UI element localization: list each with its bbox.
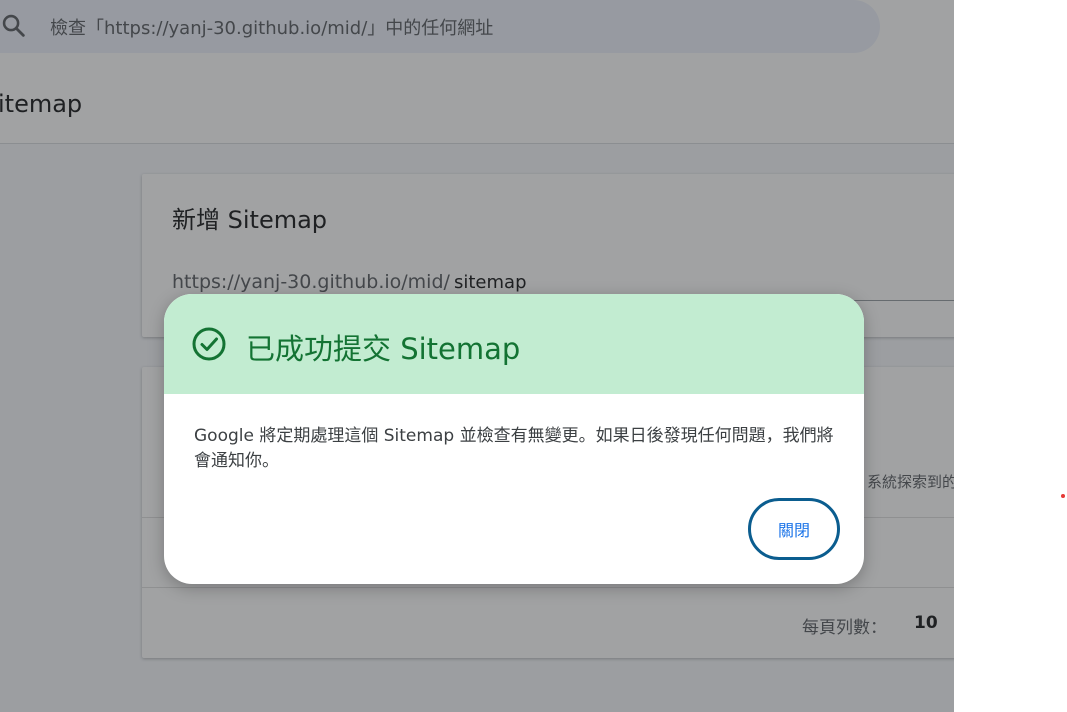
close-button[interactable]: 關閉 bbox=[748, 498, 840, 560]
dialog-title: 已成功提交 Sitemap bbox=[246, 332, 521, 366]
dialog-header: 已成功提交 Sitemap bbox=[164, 294, 864, 394]
sitemap-submitted-dialog: 已成功提交 Sitemap Google 將定期處理這個 Sitemap 並檢查… bbox=[164, 294, 864, 584]
search-console-app: 檢查「https://yanj-30.github.io/mid/」中的任何網址… bbox=[0, 0, 954, 712]
check-circle-icon bbox=[192, 327, 226, 361]
red-dot-marker bbox=[1061, 494, 1065, 498]
dialog-message: Google 將定期處理這個 Sitemap 並檢查有無變更。如果日後發現任何問… bbox=[194, 426, 834, 471]
